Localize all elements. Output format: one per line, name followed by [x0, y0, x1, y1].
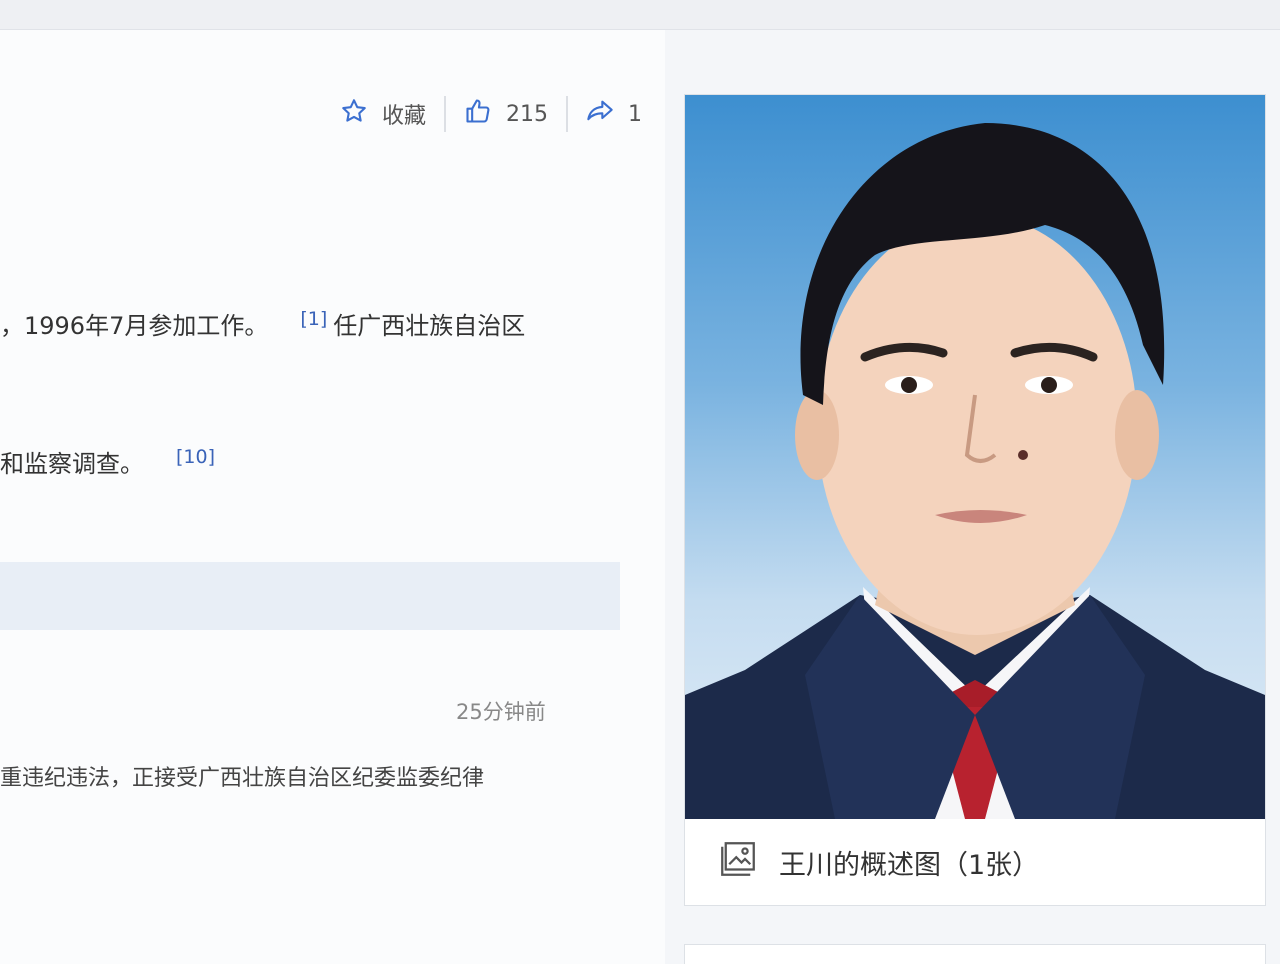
citation-link[interactable]: [1] [300, 308, 327, 330]
image-gallery-icon [717, 838, 759, 887]
article-text: ，1996年7月参加工作。 [0, 312, 269, 340]
share-count: 1 [628, 101, 643, 127]
gallery-caption[interactable]: 王川的概述图（1张） [685, 819, 1265, 905]
share-arrow-icon [586, 97, 614, 131]
main-content-panel [0, 30, 665, 964]
summary-image-card: 王川的概述图（1张） [684, 94, 1266, 906]
portrait-illustration [685, 123, 1265, 819]
gallery-caption-text: 王川的概述图（1张） [779, 849, 1040, 881]
next-card [684, 944, 1266, 964]
news-timestamp: 25分钟前 [456, 700, 546, 724]
favorite-button[interactable]: 收藏 [340, 97, 444, 131]
star-outline-icon [340, 97, 368, 131]
portrait-photo[interactable] [685, 95, 1265, 819]
thumbs-up-icon [464, 97, 492, 131]
like-count: 215 [506, 101, 549, 127]
like-button[interactable]: 215 [446, 97, 566, 131]
favorite-label: 收藏 [382, 104, 427, 129]
top-bar [0, 0, 1280, 30]
news-snippet[interactable]: 重违纪违法，正接受广西壮族自治区纪委监委纪律 [0, 760, 484, 792]
article-line-1: ，1996年7月参加工作。 [1] 任广西壮族自治区 [0, 306, 525, 341]
citation-link[interactable]: [10] [176, 446, 215, 468]
article-text: 和监察调查。 [0, 450, 144, 478]
article-text: 任广西壮族自治区 [333, 312, 526, 340]
article-line-2: 和监察调查。 [10] [0, 444, 215, 479]
section-banner [0, 562, 620, 630]
article-actions: 收藏 215 1 [340, 94, 660, 134]
share-button[interactable]: 1 [568, 97, 660, 131]
